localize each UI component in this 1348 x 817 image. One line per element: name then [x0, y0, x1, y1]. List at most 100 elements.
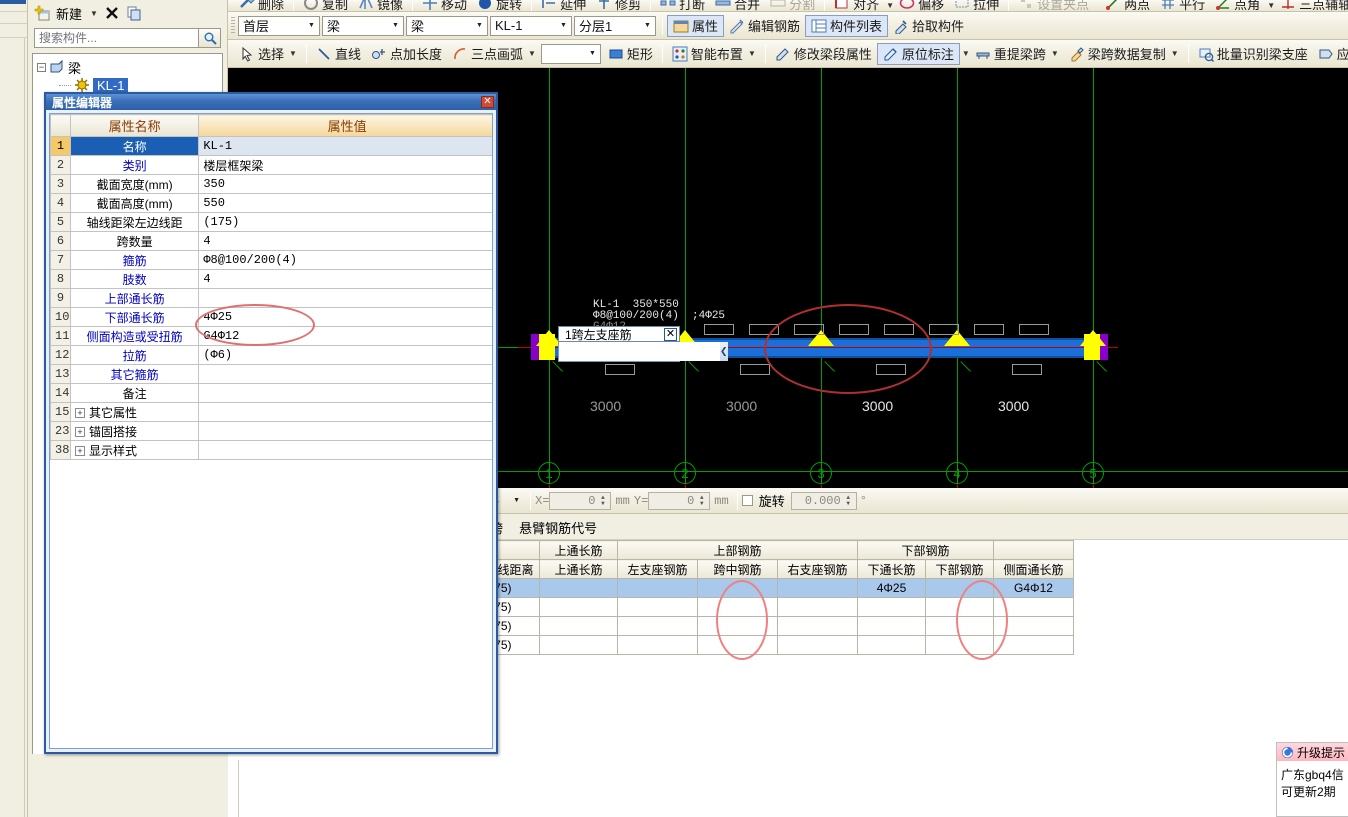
property-row-value[interactable]: 4: [198, 231, 492, 251]
table-cell[interactable]: G4Φ12: [993, 578, 1074, 598]
member-list-button[interactable]: 构件列表: [805, 14, 889, 37]
toolbar-item-offset[interactable]: 偏移: [894, 0, 949, 11]
member-selector[interactable]: KL-1 ▼: [490, 15, 572, 36]
property-row-value[interactable]: 350: [198, 174, 492, 194]
property-row[interactable]: 6 跨数量 4: [50, 231, 492, 251]
chevron-down-icon[interactable]: ❮: [720, 342, 728, 361]
edit-toolbar[interactable]: 删除 复制 镜像 移动 旋转 延伸 修剪 打断 合并 分割 对齐 ▼ 偏移 拉伸…: [228, 0, 1348, 12]
grid-column-header[interactable]: 右支座钢筋: [777, 559, 858, 579]
table-cell[interactable]: [539, 635, 618, 655]
edit-rebar-button[interactable]: 编辑钢筋: [724, 15, 805, 37]
batch-identify-support-tool[interactable]: 批量识别梁支座: [1193, 43, 1313, 65]
property-row[interactable]: 5 轴线距梁左边线距 (175): [50, 212, 492, 232]
delete-x-icon[interactable]: [104, 5, 120, 21]
property-row[interactable]: 4 截面高度(mm) 550: [50, 193, 492, 213]
table-cell[interactable]: [777, 616, 858, 636]
chevron-down-icon[interactable]: ▼: [585, 45, 600, 63]
expand-icon[interactable]: +: [75, 408, 86, 419]
chevron-down-icon[interactable]: ▼: [304, 17, 319, 35]
property-table[interactable]: 属性名称 属性值 1 名称 KL-1 2 类别 楼层框架梁 3 截面宽度(mm) 350 4 截面高…: [50, 114, 492, 460]
property-row-value[interactable]: [198, 402, 492, 422]
smart-layout-tool[interactable]: 智能布置 ▼: [667, 43, 761, 65]
point-length-tool[interactable]: 点加长度: [366, 43, 447, 65]
re-extract-span-tool[interactable]: 重提梁跨 ▼: [970, 43, 1064, 65]
rectangle-tool[interactable]: 矩形: [603, 43, 658, 65]
search-button[interactable]: [199, 28, 221, 48]
table-cell[interactable]: [539, 616, 618, 636]
property-row[interactable]: 3 截面宽度(mm) 350: [50, 174, 492, 194]
chevron-down-icon[interactable]: ▼: [640, 17, 655, 35]
re-extract-caret[interactable]: ▼: [1051, 49, 1059, 58]
property-table-body[interactable]: 1 名称 KL-1 2 类别 楼层框架梁 3 截面宽度(mm) 350 4 截面高度(mm) 550 5…: [50, 136, 492, 460]
close-icon[interactable]: ✕: [664, 327, 677, 341]
property-row[interactable]: 2 类别 楼层框架梁: [50, 155, 492, 175]
navigation-toolbar[interactable]: 首层 ▼ 梁 ▼ 梁 ▼ KL-1 ▼ 分层1 ▼ 属性 编辑钢筋 构件列表 拾…: [228, 12, 1348, 40]
grid-column-header[interactable]: 上通长筋: [539, 559, 618, 579]
table-cell[interactable]: [777, 578, 858, 598]
toolbar-item-copy[interactable]: 复制: [298, 0, 353, 11]
toolbar-item-mirror[interactable]: 镜像: [353, 0, 408, 11]
layer-selector[interactable]: 分层1 ▼: [574, 15, 656, 36]
property-row-value[interactable]: 楼层框架梁: [198, 155, 492, 175]
copy-icon[interactable]: [126, 5, 142, 21]
upgrade-notification[interactable]: 升级提示 广东gbq4信 可更新2期: [1276, 742, 1348, 817]
draw-mode-selector[interactable]: ▼: [540, 43, 601, 64]
grid-column-header[interactable]: 侧面通长筋: [993, 559, 1074, 579]
property-row[interactable]: 23 + 锚固搭接: [50, 421, 492, 441]
x-offset-input[interactable]: 0 ▲ ▼: [549, 491, 612, 510]
spinner-icon[interactable]: ▲ ▼: [843, 493, 854, 509]
category-selector[interactable]: 梁 ▼: [322, 15, 404, 36]
property-row[interactable]: 1 名称 KL-1: [50, 136, 492, 156]
smart-layout-caret[interactable]: ▼: [748, 49, 756, 58]
in-situ-input-popup[interactable]: 1跨左支座筋 ✕ ❮: [558, 326, 728, 362]
copy-span-caret[interactable]: ▼: [1171, 49, 1179, 58]
search-input[interactable]: [34, 28, 199, 48]
property-row-value[interactable]: [198, 383, 492, 403]
toolbar-item-move[interactable]: 移动: [417, 0, 472, 11]
draw-toolbar[interactable]: 选择 ▼ 直线 点加长度 三点画弧 ▼ ▼ 矩形 智能布置 ▼ 修改梁段属性 原…: [228, 40, 1348, 68]
copy-span-data-tool[interactable]: 梁跨数据复制 ▼: [1064, 43, 1184, 65]
spinner-icon[interactable]: ▲ ▼: [597, 493, 608, 509]
insitu-caret[interactable]: ▼: [962, 49, 970, 58]
table-cell[interactable]: [539, 597, 618, 617]
property-row-value[interactable]: 4: [198, 269, 492, 289]
property-row-value[interactable]: [198, 364, 492, 384]
link-cantilever-rebar-code[interactable]: 悬臂钢筋代号: [519, 518, 597, 537]
select-tool[interactable]: 选择 ▼: [234, 43, 302, 65]
table-cell[interactable]: [539, 578, 618, 598]
property-row-value[interactable]: KL-1: [198, 136, 492, 156]
arc-tool-caret[interactable]: ▼: [528, 49, 536, 58]
chevron-down-icon[interactable]: ▼: [388, 17, 403, 35]
property-editor-dialog[interactable]: 属性编辑器 ✕ 属性名称 属性值 1 名称 KL-1 2 类别 楼层框架梁 3 截面宽度(mm…: [44, 92, 498, 754]
new-component-label[interactable]: 新建: [56, 4, 82, 23]
toolbar-item-rotate[interactable]: 旋转: [472, 0, 527, 11]
property-editor-body[interactable]: 属性名称 属性值 1 名称 KL-1 2 类别 楼层框架梁 3 截面宽度(mm) 350 4 截面高…: [49, 113, 493, 749]
new-component-caret[interactable]: ▼: [90, 9, 98, 18]
in-situ-value-input[interactable]: [559, 342, 720, 361]
table-cell[interactable]: [857, 597, 926, 617]
toolbar-item-trim[interactable]: 修剪: [591, 0, 646, 11]
chevron-down-icon[interactable]: ▼: [472, 17, 487, 35]
property-row[interactable]: 8 肢数 4: [50, 269, 492, 289]
table-cell[interactable]: [617, 635, 698, 655]
axis-bubble-2[interactable]: 2: [674, 462, 696, 484]
property-row-value[interactable]: [198, 421, 492, 441]
toolbar-item-point-angle[interactable]: 点角: [1210, 0, 1265, 11]
grid-column-header[interactable]: 下部钢筋: [925, 559, 994, 579]
close-icon[interactable]: ✕: [481, 96, 494, 108]
axis-bubble-3[interactable]: 3: [810, 462, 832, 484]
property-row[interactable]: 15 + 其它属性: [50, 402, 492, 422]
grid-column-header[interactable]: 左支座钢筋: [617, 559, 698, 579]
property-row-value[interactable]: 550: [198, 193, 492, 213]
property-row-value[interactable]: [198, 440, 492, 460]
property-row[interactable]: 7 箍筋 Φ8@100/200(4): [50, 250, 492, 270]
type-selector[interactable]: 梁 ▼: [406, 15, 488, 36]
chevron-down-icon[interactable]: ▼: [556, 17, 571, 35]
rotate-checkbox[interactable]: [741, 495, 753, 506]
property-editor-titlebar[interactable]: 属性编辑器 ✕: [46, 94, 496, 110]
y-offset-input[interactable]: 0 ▲ ▼: [648, 491, 711, 510]
apply-same-name-tool[interactable]: 应用到同名梁: [1313, 43, 1348, 65]
table-cell[interactable]: [857, 635, 926, 655]
select-tool-caret[interactable]: ▼: [289, 49, 297, 58]
property-row[interactable]: 14 备注: [50, 383, 492, 403]
